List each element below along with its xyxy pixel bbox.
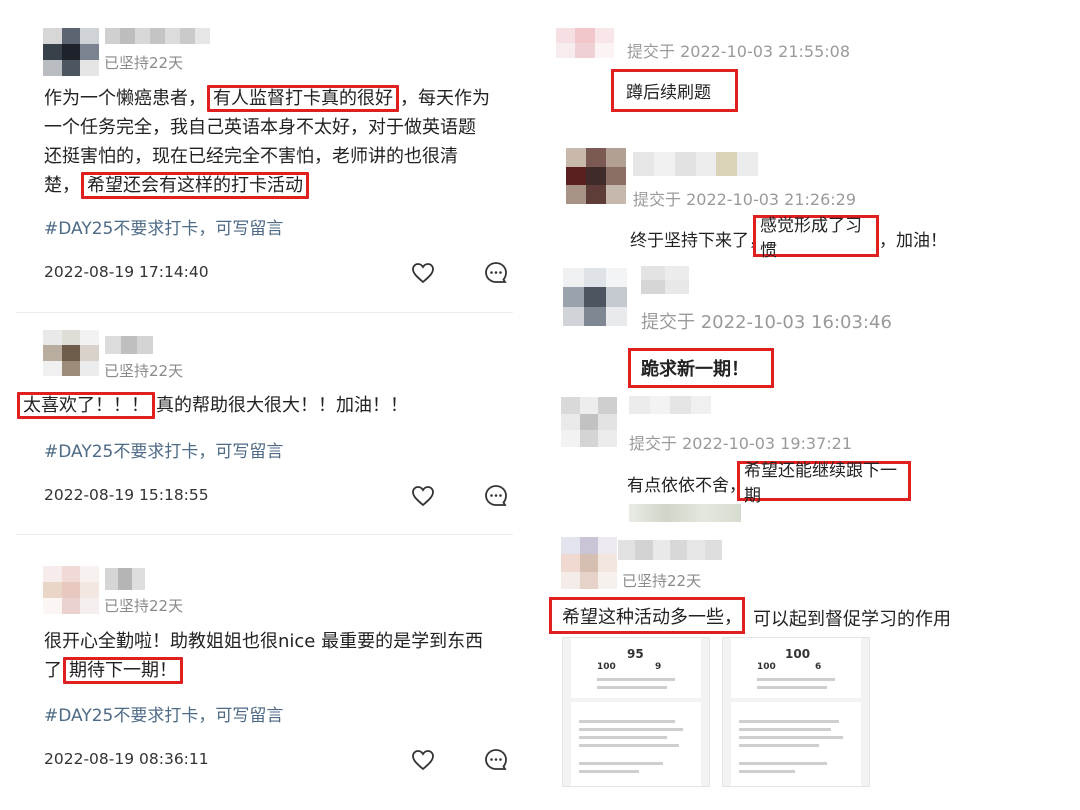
submit-time: 提交于 2022-10-03 21:55:08 [627,42,851,61]
attached-screenshot[interactable]: 100 100 6 [722,637,870,787]
streak-status: 已坚持22天 [622,572,702,590]
post-date: 2022-08-19 15:18:55 [44,486,209,504]
username-blurred [105,568,145,590]
post-date: 2022-08-19 08:36:11 [44,750,209,768]
text-segment: 终于坚持下来了， [630,231,766,251]
post-text: 作为一个懒癌患者， 有人监督打卡真的很好 ，每天作为 一个任务完全，我自己英语本身不… [44,84,514,200]
text-segment: ，每天作为 [400,88,490,109]
text-line: 还挺害怕的，现在已经完全不害怕，老师讲的也很清 [44,146,458,167]
text-segment: 作为一个懒癌患者， [44,88,206,109]
divider [16,312,513,313]
comment-icon[interactable] [484,484,508,508]
avatar[interactable] [556,28,614,58]
username-blurred [618,540,722,560]
text-segment: 楚， [44,175,80,196]
submit-time: 提交于 2022-10-03 19:37:21 [629,434,853,453]
highlight-box: 希望这种活动多一些， [549,597,745,634]
text-line: 一个任务完全，我自己英语本身不太好，对于做英语题 [44,117,476,138]
post-text: 很开心全勤啦！助教姐姐也很nice 最重要的是学到东西 了期待下一期！ [44,627,514,685]
username-blurred [105,336,153,354]
highlight-box: 希望还会有这样的打卡活动 [81,172,309,199]
post-text: 有点依依不舍， [627,471,746,496]
avatar[interactable] [43,566,99,614]
highlight-box: 希望还能继续跟下一期 [737,461,911,506]
submit-time: 提交于 2022-10-03 16:03:46 [641,312,892,333]
highlight-box: 蹲后续刷题 [611,69,738,112]
post-text: 太喜欢了！！！ 真的帮助很大很大！！加油！！ [16,391,496,420]
stat-value: 6 [815,662,822,672]
score-value: 100 [785,647,811,661]
text-segment: 可以起到督促学习的作用 [753,609,951,630]
avatar[interactable] [43,330,99,376]
attached-screenshot[interactable]: 95 100 9 [562,637,710,787]
heart-icon[interactable] [411,262,435,284]
stat-value: 100 [757,662,776,672]
avatar[interactable] [561,397,617,447]
highlight-box: 感觉形成了习惯 [753,215,879,261]
highlight-box: 期待下一期！ [63,657,183,684]
streak-status: 已坚持22天 [104,362,184,380]
text-segment: 真的帮助很大很大！！加油！！ [156,395,408,416]
streak-status: 已坚持22天 [104,54,184,72]
heart-icon[interactable] [411,485,435,507]
divider [16,534,513,535]
topic-tag-link[interactable]: #DAY25不要求打卡，可写留言 [44,214,283,239]
avatar[interactable] [563,268,627,326]
username-blurred [633,152,758,176]
highlight-box: 跪求新一期！ [628,348,774,388]
avatar[interactable] [561,537,617,589]
text-segment: 了 [44,660,62,681]
avatar[interactable] [566,148,626,204]
text-line: 很开心全勤啦！助教姐姐也很nice 最重要的是学到东西 [44,631,484,652]
stat-value: 9 [655,662,662,672]
streak-status: 已坚持22天 [104,597,184,615]
attached-image-thumbnail[interactable] [629,504,741,522]
submit-time: 提交于 2022-10-03 21:26:29 [633,190,857,209]
comment-icon[interactable] [484,261,508,285]
stat-value: 100 [597,662,616,672]
comment-icon[interactable] [484,748,508,772]
post-text: 终于坚持下来了， [630,226,766,251]
highlight-box: 有人监督打卡真的很好 [207,85,399,112]
highlight-box: 太喜欢了！！！ [17,392,155,419]
avatar[interactable] [43,28,99,76]
text-segment: ，加油！ [879,231,947,251]
username-blurred [105,28,210,44]
heart-icon[interactable] [411,749,435,771]
username-blurred [641,266,689,294]
topic-tag-link[interactable]: #DAY25不要求打卡，可写留言 [44,437,283,462]
score-value: 95 [627,647,644,661]
post-date: 2022-08-19 17:14:40 [44,263,209,281]
text-segment: 有点依依不舍， [627,476,746,496]
topic-tag-link[interactable]: #DAY25不要求打卡，可写留言 [44,701,283,726]
username-blurred [629,396,711,414]
